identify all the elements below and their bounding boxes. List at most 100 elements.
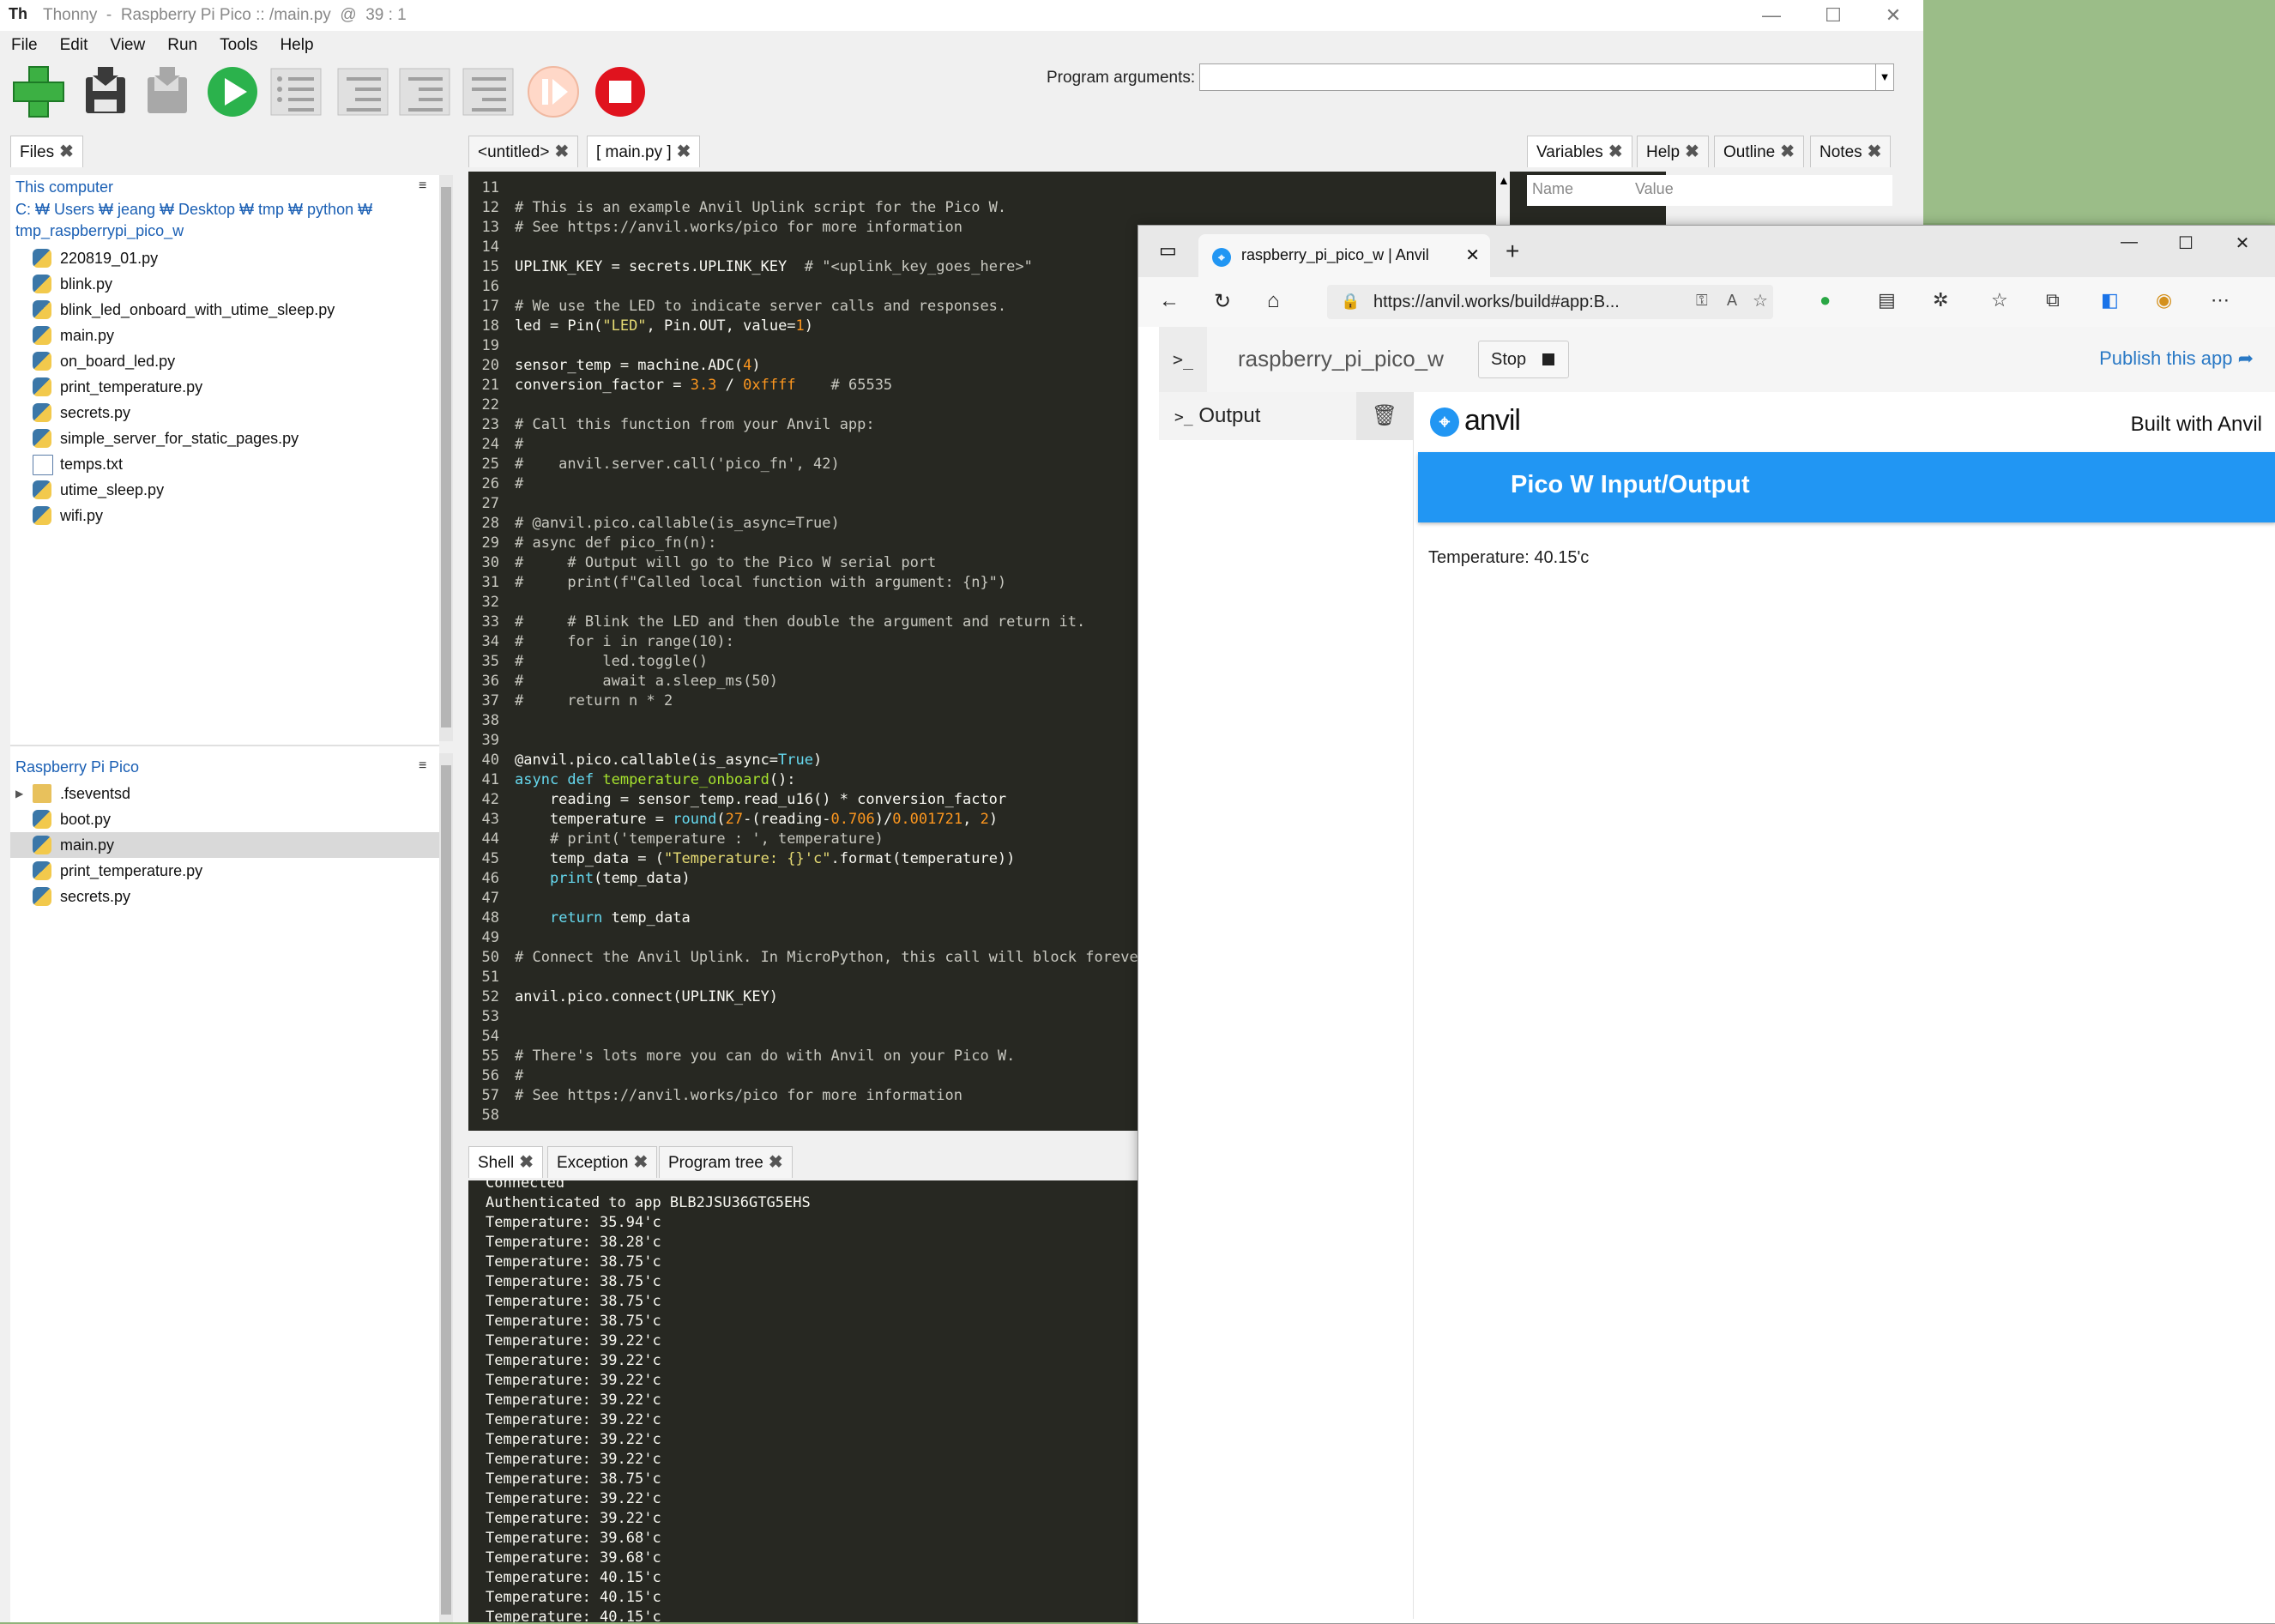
maximize-icon[interactable]: ☐ (2164, 232, 2207, 254)
file-row[interactable]: secrets.py (10, 400, 439, 426)
extension-page-icon[interactable]: ▤ (1878, 289, 1896, 311)
output-toggle[interactable]: >_ Output (1174, 404, 1260, 428)
code-line[interactable]: 42 reading = sensor_temp.read_u16() * co… (468, 790, 1147, 810)
code-line[interactable]: 45 temp_data = ("Temperature: {}'c".form… (468, 849, 1147, 869)
path-line-1[interactable]: C: ₩ Users ₩ jeang ₩ Desktop ₩ tmp ₩ pyt… (15, 199, 372, 220)
expand-icon[interactable]: ▶ (15, 781, 23, 806)
close-icon[interactable]: ✕ (1863, 0, 1923, 31)
code-line[interactable]: 32 (468, 593, 1147, 613)
code-line[interactable]: 47 (468, 889, 1147, 909)
code-line[interactable]: 52 anvil.pico.connect(UPLINK_KEY) (468, 987, 1147, 1007)
collections-icon[interactable]: ⧉ (2046, 289, 2060, 311)
tab-variables[interactable]: Variables ✖ (1527, 136, 1632, 167)
menu-tools[interactable]: Tools (208, 33, 269, 58)
trash-icon[interactable]: 🗑 (1356, 392, 1413, 440)
code-line[interactable]: 16 (468, 277, 1147, 297)
address-bar[interactable]: 🔒 https://anvil.works/build#app:B... ⚿ A… (1327, 285, 1773, 319)
favorites-icon[interactable]: ☆ (1991, 289, 2008, 311)
code-line[interactable]: 26 # (468, 474, 1147, 494)
code-line[interactable]: 50 # Connect the Anvil Uplink. In MicroPy… (468, 948, 1147, 968)
sidebar-toggle-icon[interactable]: ▭ (1159, 239, 1177, 262)
code-line[interactable]: 46 print(temp_data) (468, 869, 1147, 889)
code-line[interactable]: 51 (468, 968, 1147, 987)
file-row[interactable]: secrets.py (10, 884, 439, 909)
code-line[interactable]: 19 (468, 336, 1147, 356)
menu-icon[interactable]: ≡ (419, 758, 426, 774)
code-line[interactable]: 33 # # Blink the LED and then double the … (468, 613, 1147, 632)
terminal-icon[interactable]: >_ (1159, 327, 1207, 392)
code-line[interactable]: 44 # print('temperature : ', temperature… (468, 830, 1147, 849)
code-line[interactable]: 25 # anvil.server.call('pico_fn', 42) (468, 455, 1147, 474)
menu-file[interactable]: File (0, 33, 49, 58)
close-tab-icon[interactable]: ✖ (554, 136, 569, 167)
menu-help[interactable]: Help (269, 33, 324, 58)
code-line[interactable]: 22 (468, 395, 1147, 415)
browser-tab[interactable]: ⌖ raspberry_pi_pico_w | Anvil ✕ (1198, 234, 1490, 277)
code-line[interactable]: 27 (468, 494, 1147, 514)
program-arguments-input[interactable]: ▼ (1199, 63, 1894, 91)
code-line[interactable]: 41 async def temperature_onboard(): (468, 770, 1147, 790)
code-line[interactable]: 12 # This is an example Anvil Uplink scri… (468, 198, 1147, 218)
close-tab-icon[interactable]: ✕ (1465, 245, 1480, 266)
file-row[interactable]: print_temperature.py (10, 858, 439, 884)
back-icon[interactable]: ← (1159, 289, 1180, 313)
close-tab-icon[interactable]: ✖ (677, 136, 691, 167)
code-line[interactable]: 54 (468, 1027, 1147, 1047)
chevron-down-icon[interactable]: ▼ (1875, 64, 1893, 90)
file-row[interactable]: print_temperature.py (10, 374, 439, 400)
menu-icon[interactable]: ≡ (419, 178, 426, 194)
code-line[interactable]: 55 # There's lots more you can do with An… (468, 1047, 1147, 1066)
code-line[interactable]: 17 # We use the LED to indicate server ca… (468, 297, 1147, 317)
minimize-icon[interactable]: — (1741, 0, 1801, 31)
code-line[interactable]: 30 # # Output will go to the Pico W seria… (468, 553, 1147, 573)
add-favorite-icon[interactable]: ☆ (1753, 290, 1768, 311)
home-icon[interactable]: ⌂ (1267, 289, 1280, 313)
tab-exception[interactable]: Exception ✖ (547, 1146, 658, 1178)
code-line[interactable]: 23 # Call this function from your Anvil a… (468, 415, 1147, 435)
code-line[interactable]: 37 # return n * 2 (468, 691, 1147, 711)
code-line[interactable]: 29 # async def pico_fn(n): (468, 534, 1147, 553)
tab-outline[interactable]: Outline ✖ (1714, 136, 1804, 167)
code-line[interactable]: 36 # await a.sleep_ms(50) (468, 672, 1147, 691)
code-line[interactable]: 40 @anvil.pico.callable(is_async=True) (468, 751, 1147, 770)
file-row[interactable]: blink.py (10, 271, 439, 297)
save-icon[interactable] (79, 65, 132, 118)
code-line[interactable]: 53 (468, 1007, 1147, 1027)
tab-untitled[interactable]: <untitled> ✖ (468, 136, 579, 167)
extensions-icon[interactable]: ✲ (1933, 289, 1948, 311)
files-scrollbar[interactable] (439, 175, 453, 741)
close-tab-icon[interactable]: ✖ (1608, 136, 1623, 167)
key-icon[interactable]: ⚿ (1696, 292, 1708, 310)
code-line[interactable]: 15 UPLINK_KEY = secrets.UPLINK_KEY # "<up… (468, 257, 1147, 277)
tab-help[interactable]: Help ✖ (1637, 136, 1709, 167)
code-line[interactable]: 24 # (468, 435, 1147, 455)
edge-sidebar-icon[interactable]: ◧ (2101, 289, 2119, 311)
code-line[interactable]: 18 led = Pin("LED", Pin.OUT, value=1) (468, 317, 1147, 336)
extension-evernote-icon[interactable]: ● (1819, 289, 1831, 311)
pico-scrollbar[interactable] (439, 753, 453, 1622)
built-with-anvil-link[interactable]: Built with Anvil (2131, 413, 2262, 437)
stop-icon[interactable] (594, 65, 647, 118)
tab-notes[interactable]: Notes ✖ (1810, 136, 1892, 167)
file-row[interactable]: on_board_led.py (10, 348, 439, 374)
code-line[interactable]: 58 (468, 1106, 1147, 1126)
close-tab-icon[interactable]: ✖ (1685, 136, 1699, 167)
close-icon[interactable]: ✕ (2221, 232, 2264, 254)
file-row[interactable]: main.py (10, 323, 439, 348)
tab-files[interactable]: Files ✖ (10, 136, 83, 167)
url-text[interactable]: https://anvil.works/build#app:B... (1373, 293, 1620, 312)
file-row[interactable]: wifi.py (10, 503, 439, 528)
file-row[interactable]: simple_server_for_static_pages.py (10, 426, 439, 451)
menu-view[interactable]: View (99, 33, 156, 58)
code-line[interactable]: 14 (468, 238, 1147, 257)
tab-program-tree[interactable]: Program tree ✖ (659, 1146, 793, 1178)
file-row[interactable]: temps.txt (10, 451, 439, 477)
close-tab-icon[interactable]: ✖ (59, 136, 74, 167)
code-line[interactable]: 48 return temp_data (468, 909, 1147, 928)
new-file-icon[interactable] (12, 65, 65, 118)
file-row[interactable]: blink_led_onboard_with_utime_sleep.py (10, 297, 439, 323)
publish-app-link[interactable]: Publish this app ➦ (2099, 347, 2254, 370)
code-line[interactable]: 11 (468, 178, 1147, 198)
menu-run[interactable]: Run (156, 33, 208, 58)
more-menu-icon[interactable]: ⋯ (2211, 289, 2230, 311)
